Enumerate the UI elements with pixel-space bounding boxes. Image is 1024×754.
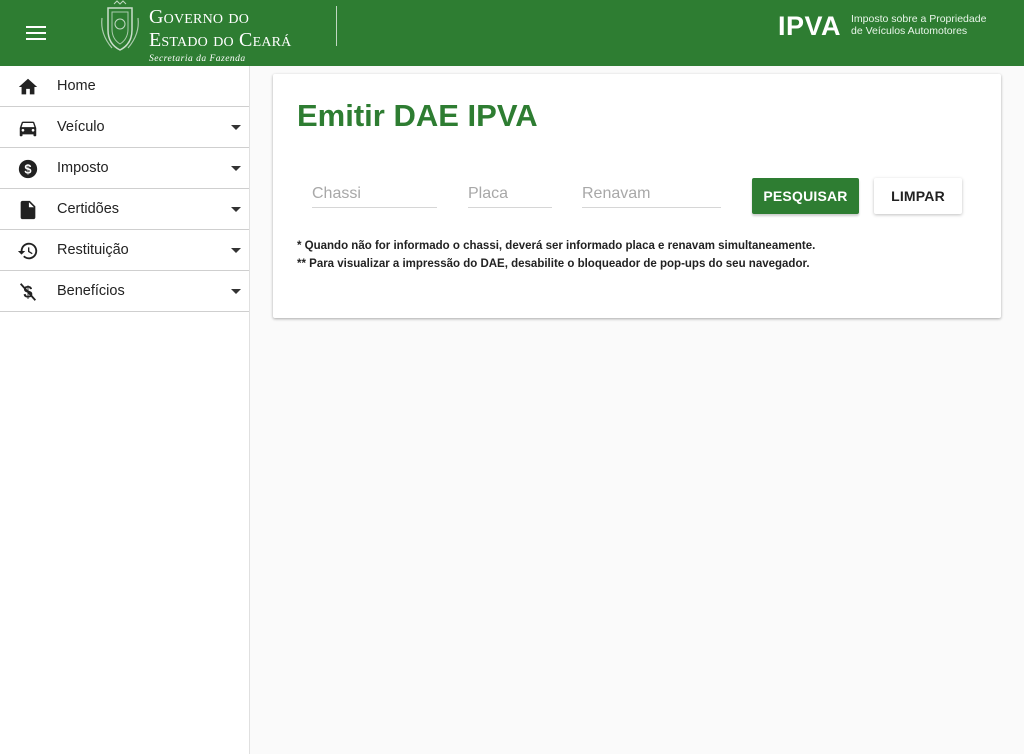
sidebar-item-home[interactable]: Home	[0, 66, 249, 107]
sidebar-item-label: Benefícios	[57, 283, 125, 299]
document-icon	[20, 200, 36, 220]
money-off-icon: $	[19, 283, 37, 302]
ipva-subtitle: Imposto sobre a Propriedade de Veículos …	[851, 13, 987, 37]
gov-subtitle: Secretaria da Fazenda	[149, 54, 246, 64]
chevron-down-icon	[231, 125, 241, 130]
car-icon	[19, 121, 37, 137]
sidebar-item-restituicao[interactable]: Restituição	[0, 230, 249, 271]
sidebar-item-label: Certidões	[57, 201, 120, 217]
sidebar-item-label: Home	[57, 78, 96, 94]
chevron-down-icon	[231, 207, 241, 212]
chevron-down-icon	[231, 248, 241, 253]
page-title: Emitir DAE IPVA	[297, 98, 538, 133]
header-divider	[336, 6, 337, 46]
placa-input[interactable]	[468, 182, 552, 206]
ceara-coat-of-arms-logo	[101, 0, 139, 51]
sidebar-item-veiculo[interactable]: Veículo	[0, 107, 249, 148]
chevron-down-icon	[231, 166, 241, 171]
ipva-logo: IPVA	[778, 11, 842, 41]
top-app-bar: Governo do Estado do Ceará Secretaria da…	[0, 0, 1024, 66]
sidebar-item-label: Restituição	[57, 242, 129, 258]
limpar-button[interactable]: LIMPAR	[874, 178, 962, 214]
sidebar-item-label: Imposto	[57, 160, 109, 176]
sidebar-item-beneficios[interactable]: $ Benefícios	[0, 271, 249, 312]
emitir-dae-card: Emitir DAE IPVA PESQUISAR LIMPAR * Quand…	[273, 74, 1001, 318]
svg-text:$: $	[24, 162, 31, 177]
renavam-input[interactable]	[582, 182, 721, 206]
restore-icon	[17, 242, 38, 260]
dollar-circle-icon: $	[18, 159, 38, 179]
home-icon	[18, 78, 38, 95]
sidebar-item-label: Veículo	[57, 119, 105, 135]
chassi-field	[312, 182, 437, 208]
sidebar-item-imposto[interactable]: $ Imposto	[0, 148, 249, 189]
government-wordmark: Governo do Estado do Ceará Secretaria da…	[149, 6, 292, 64]
renavam-field	[582, 182, 721, 208]
note-popup: ** Para visualizar a impressão do DAE, d…	[297, 258, 810, 270]
hamburger-menu-icon	[26, 26, 46, 40]
pesquisar-button[interactable]: PESQUISAR	[752, 178, 859, 214]
placa-field	[468, 182, 552, 208]
chassi-input[interactable]	[312, 182, 437, 206]
note-chassi: * Quando não for informado o chassi, dev…	[297, 240, 816, 252]
menu-button[interactable]	[18, 15, 54, 51]
sidebar-nav: Home Veículo $ Imposto Certidões Restitu…	[0, 66, 250, 754]
chevron-down-icon	[231, 289, 241, 294]
sidebar-item-certidoes[interactable]: Certidões	[0, 189, 249, 230]
